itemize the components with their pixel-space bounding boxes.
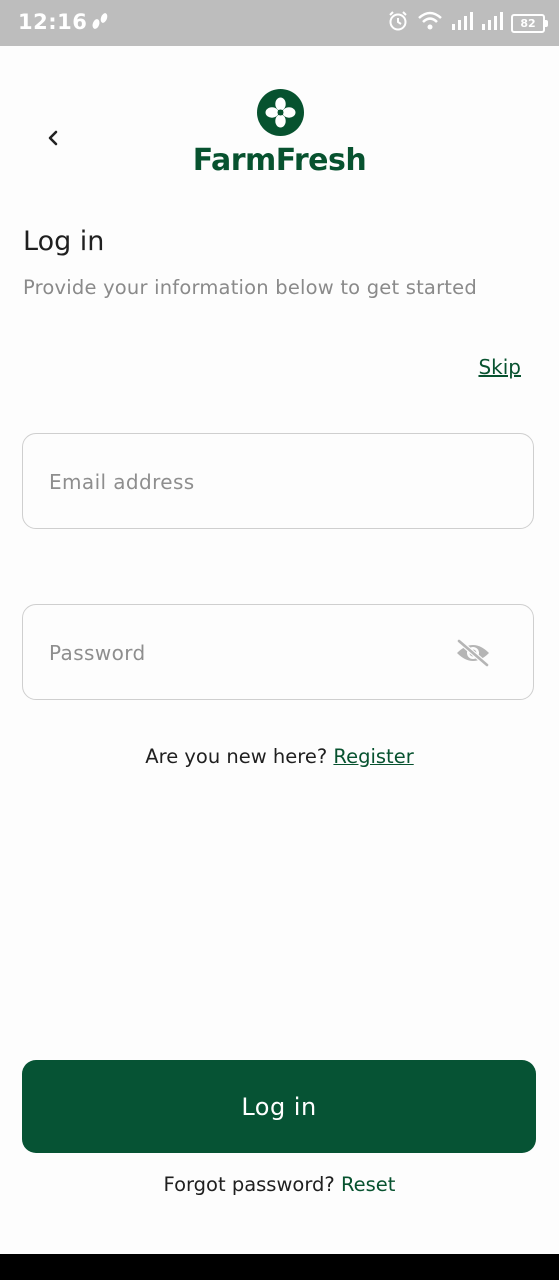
forgot-password-text: Forgot password? [163, 1173, 335, 1196]
skip-link[interactable]: Skip [478, 355, 521, 379]
signal-icon [451, 11, 473, 35]
footsteps-icon [88, 10, 112, 38]
status-time: 12:16 [18, 10, 88, 34]
email-field-container [22, 433, 534, 530]
page-title: Log in [23, 226, 105, 257]
reset-link[interactable]: Reset [341, 1173, 395, 1196]
clover-icon [257, 89, 304, 136]
status-icons: 82 [387, 10, 548, 36]
password-visibility-toggle[interactable] [455, 639, 491, 667]
register-prompt: Are you new here? Register [0, 745, 559, 768]
login-button[interactable]: Log in [22, 1060, 536, 1153]
signal-icon [481, 11, 503, 35]
register-link[interactable]: Register [333, 745, 413, 768]
brand-name: FarmFresh [192, 143, 367, 178]
battery-icon: 82 [511, 13, 548, 33]
forgot-password-prompt: Forgot password? Reset [0, 1173, 559, 1196]
wifi-icon [417, 10, 443, 36]
password-input[interactable] [47, 605, 461, 701]
page-subtitle: Provide your information below to get st… [23, 276, 477, 299]
password-field-container [22, 604, 534, 701]
register-prompt-text: Are you new here? [145, 745, 328, 768]
email-input[interactable] [47, 434, 461, 530]
alarm-icon [387, 10, 409, 36]
eye-off-icon [457, 639, 489, 667]
navigation-bar [0, 1254, 559, 1280]
status-bar: 12:16 82 [0, 0, 559, 46]
